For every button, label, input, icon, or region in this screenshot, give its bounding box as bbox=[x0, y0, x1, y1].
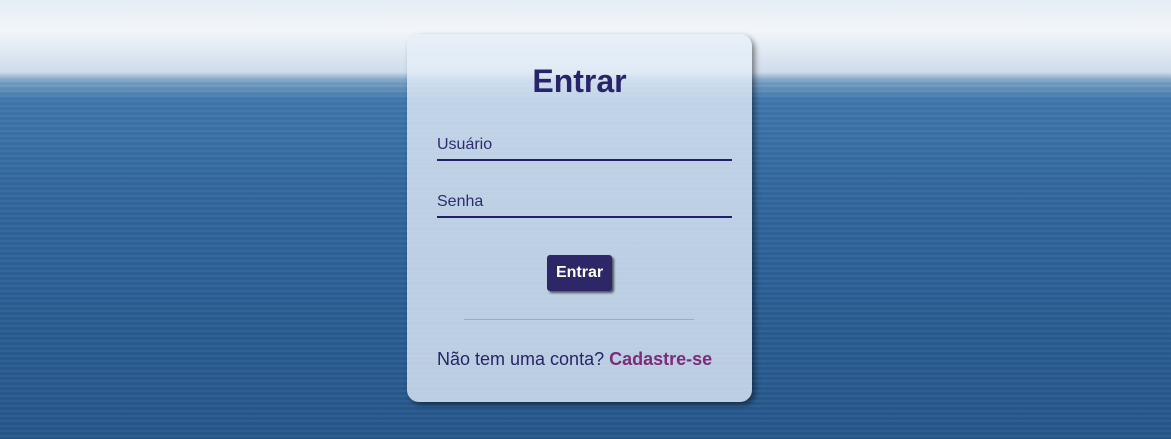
signup-row: Não tem uma conta? Cadastre-se bbox=[437, 349, 712, 370]
signup-prompt: Não tem uma conta? bbox=[437, 349, 605, 369]
divider bbox=[464, 319, 694, 320]
username-input[interactable] bbox=[437, 131, 732, 161]
login-card: Entrar Entrar Não tem uma conta? Cadastr… bbox=[407, 34, 752, 402]
submit-button[interactable]: Entrar bbox=[547, 255, 612, 291]
login-title: Entrar bbox=[532, 63, 627, 99]
signup-link[interactable]: Cadastre-se bbox=[609, 349, 712, 369]
password-input[interactable] bbox=[437, 188, 732, 218]
